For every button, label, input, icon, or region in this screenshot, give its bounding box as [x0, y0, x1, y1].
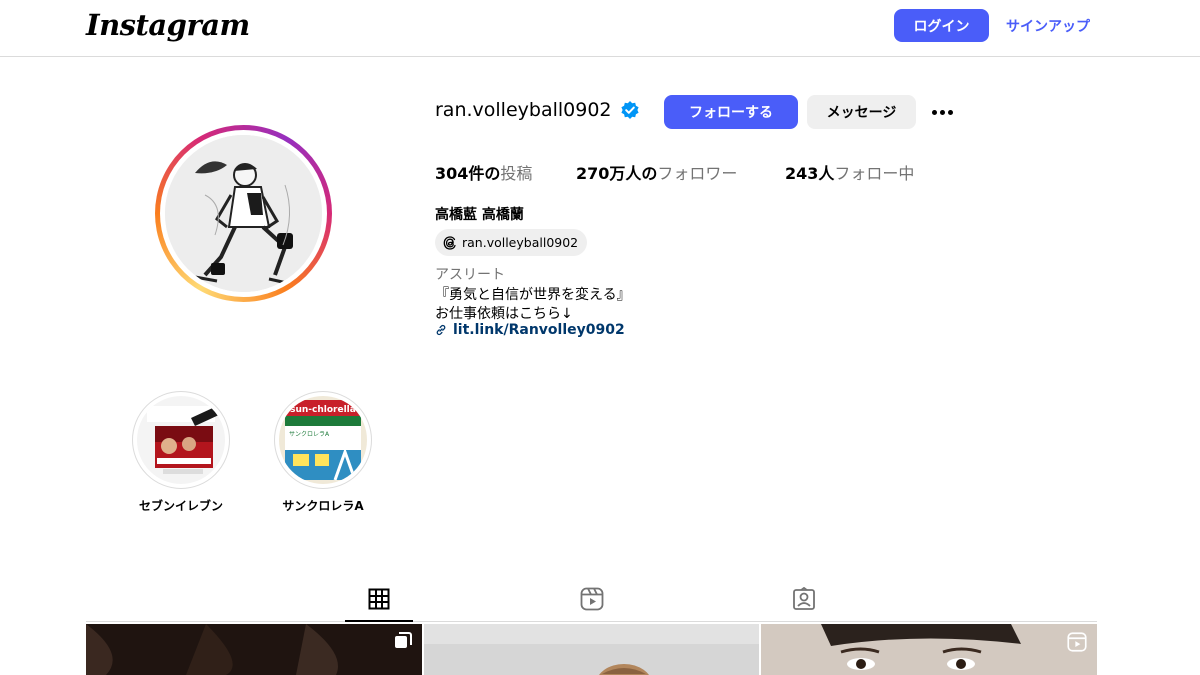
grid-icon	[368, 588, 390, 610]
login-button[interactable]: ログイン	[894, 9, 989, 42]
post-thumbnail[interactable]	[424, 624, 759, 675]
followers-count: 270万人の	[576, 164, 658, 183]
bio-link-text: lit.link/Ranvolley0902	[453, 322, 625, 338]
post-thumbnail[interactable]	[761, 624, 1097, 675]
threads-handle: ran.volleyball0902	[462, 235, 579, 250]
post-thumbnail[interactable]	[86, 624, 422, 675]
post-image	[424, 624, 759, 675]
verified-badge-icon	[620, 101, 639, 119]
tab-tagged[interactable]	[791, 586, 817, 612]
profile-category: アスリート	[435, 267, 505, 283]
highlight-ring: sun-chlorella サンクロレラA	[274, 391, 372, 489]
reels-overlay-icon	[1067, 632, 1087, 652]
sun-chlorella-sub-text: サンクロレラA	[289, 431, 330, 438]
bio-line-1: 『勇気と自信が世界を変える』	[435, 287, 631, 303]
highlight-label: セブンイレブン	[138, 499, 223, 513]
highlight-label: サンクロレラA	[282, 499, 364, 513]
profile-full-name: 高橋藍 高橋蘭	[435, 207, 524, 223]
highlight-item[interactable]: セブンイレブン	[131, 391, 231, 514]
reels-icon	[580, 587, 604, 611]
highlight-item[interactable]: sun-chlorella サンクロレラA サンクロレラA	[273, 391, 373, 514]
posts-count: 304件の	[435, 164, 501, 183]
active-tab-indicator	[345, 620, 413, 622]
bio-line-2: お仕事依頼はこちら↓	[435, 306, 573, 322]
link-icon	[436, 324, 446, 336]
avatar-illustration	[165, 135, 322, 292]
more-options-icon[interactable]	[928, 102, 956, 122]
threads-badge[interactable]: ran.volleyball0902	[435, 229, 588, 256]
following-stat[interactable]: 243人フォロー中	[785, 160, 914, 184]
sun-chlorella-logo-text: sun-chlorella	[290, 405, 356, 415]
avatar-inner-border	[160, 130, 327, 297]
post-image	[86, 624, 422, 675]
tab-reels[interactable]	[579, 586, 605, 612]
following-label: フォロー中	[834, 164, 915, 183]
posts-label: 投稿	[500, 164, 533, 183]
highlight-ring	[132, 391, 230, 489]
highlight-cover-seven-eleven	[137, 396, 225, 484]
following-count: 243人	[785, 164, 835, 183]
instagram-logo[interactable]: Instagram	[86, 8, 250, 42]
profile-username-row: ran.volleyball0902	[435, 99, 640, 121]
follow-button[interactable]: フォローする	[664, 95, 798, 129]
followers-label: フォロワー	[657, 164, 738, 183]
tagged-icon	[793, 587, 815, 610]
post-image	[761, 624, 1097, 675]
highlight-cover-sun-chlorella: sun-chlorella サンクロレラA	[279, 396, 367, 484]
carousel-icon	[395, 632, 412, 648]
followers-stat[interactable]: 270万人のフォロワー	[576, 160, 737, 184]
threads-icon	[443, 235, 456, 250]
posts-stat: 304件の投稿	[435, 160, 532, 184]
top-navigation-bar: Instagram ログイン サインアップ	[0, 0, 1200, 57]
signup-link[interactable]: サインアップ	[1006, 16, 1090, 36]
tab-posts[interactable]	[366, 586, 392, 612]
profile-username: ran.volleyball0902	[435, 99, 612, 121]
profile-avatar[interactable]	[155, 125, 332, 302]
tab-divider	[86, 621, 1097, 622]
bio-external-link[interactable]: lit.link/Ranvolley0902	[435, 322, 625, 338]
message-button[interactable]: メッセージ	[807, 95, 916, 129]
